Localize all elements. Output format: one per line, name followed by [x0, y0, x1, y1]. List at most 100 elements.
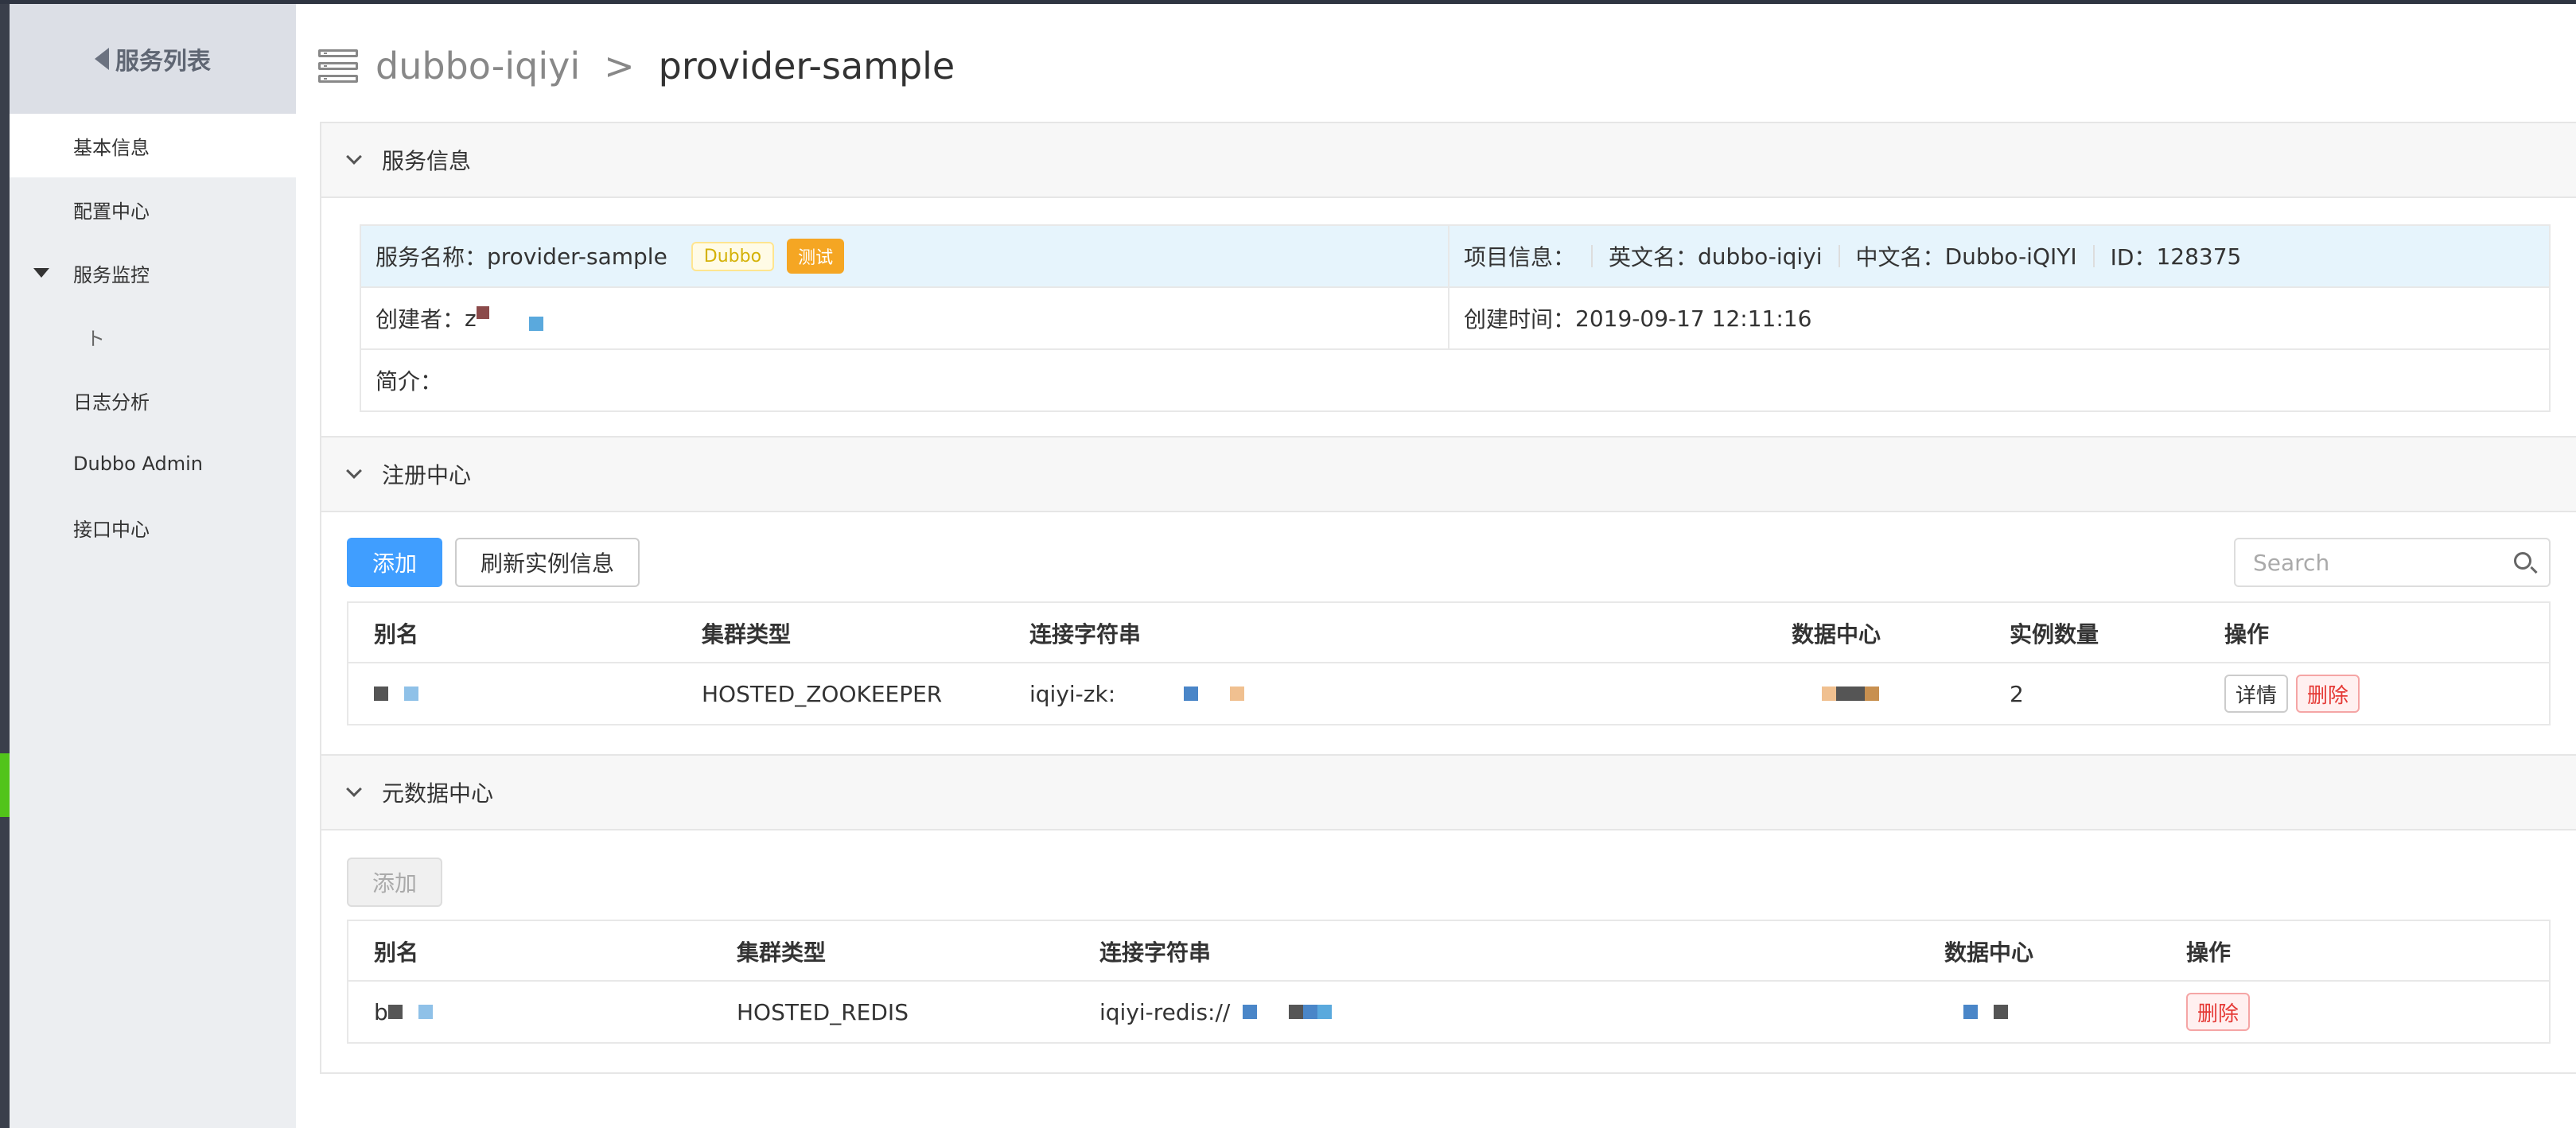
registry-panel-header[interactable]: 注册中心	[321, 438, 2576, 512]
env-tag: 测试	[787, 239, 845, 274]
redacted-block	[1865, 687, 1879, 701]
cn-name-label: 中文名：	[1855, 244, 1945, 270]
redacted-block	[1963, 1005, 1978, 1019]
sidebar-title: 服务列表	[115, 48, 211, 76]
created-time-label: 创建时间：	[1464, 306, 1576, 333]
en-name-value: dubbo-iqiyi	[1698, 243, 1823, 270]
table-header-row: 别名 集群类型 连接字符串 数据中心 操作	[348, 921, 2549, 982]
id-label: ID：	[2110, 244, 2157, 270]
panel-title: 服务信息	[382, 148, 472, 174]
sidebar-item-service-monitor[interactable]: 服务监控	[10, 241, 296, 305]
redacted-block	[404, 687, 418, 701]
metadata-table: 别名 集群类型 连接字符串 数据中心 操作 b HOSTED_REDIS iqi…	[347, 920, 2551, 1044]
page-header: dubbo-iqiyi > provider-sample	[318, 40, 955, 92]
redacted-block	[1289, 1005, 1304, 1019]
alias-cell: b	[374, 982, 433, 1042]
redacted-block	[1994, 1005, 2008, 1019]
sidebar-subitem-monitor[interactable]: ト	[10, 305, 296, 368]
created-time-cell: 创建时间： 2019-09-17 12:11:16	[1449, 288, 2549, 348]
column-header: 连接字符串	[1029, 621, 1142, 648]
datacenter-cell	[1822, 663, 1879, 724]
sidebar-item-label: 服务监控	[73, 263, 150, 286]
creator-value: z	[465, 305, 477, 332]
metadata-add-button[interactable]: 添加	[347, 858, 442, 907]
dubbo-tag: Dubbo	[691, 241, 775, 271]
sidebar: 服务列表 基本信息 配置中心 服务监控 ト 日志分析 Dubbo Admin 接…	[10, 4, 296, 1128]
column-header: 连接字符串	[1099, 939, 1212, 966]
service-info-table: 服务名称： provider-sample Dubbo 测试 项目信息： 英文名…	[360, 224, 2551, 412]
redacted-block	[1184, 687, 1199, 701]
service-info-panel-header[interactable]: 服务信息	[321, 123, 2576, 198]
cluster-type-cell: HOSTED_ZOOKEEPER	[702, 680, 943, 707]
conn-string-cell: iqiyi-redis://	[1099, 982, 1333, 1042]
table-row: b HOSTED_REDIS iqiyi-redis:// 删除	[348, 982, 2549, 1042]
column-header: 操作	[2186, 939, 2232, 966]
instance-count-cell: 2	[2010, 680, 2024, 707]
intro-label: 简介：	[376, 368, 443, 395]
window-top-bar	[0, 0, 2576, 4]
delete-button[interactable]: 删除	[2296, 675, 2360, 713]
info-row: 简介：	[361, 350, 2549, 410]
conn-string-cell: iqiyi-zk:	[1029, 663, 1245, 724]
refresh-instances-button[interactable]: 刷新实例信息	[455, 538, 640, 587]
chevron-down-icon	[346, 781, 362, 797]
search-placeholder: Search	[2253, 549, 2330, 576]
id-value: 128375	[2156, 243, 2242, 270]
service-name-cell: 服务名称： provider-sample Dubbo 测试	[361, 226, 1449, 286]
redacted-block	[1317, 1005, 1333, 1019]
redacted-block	[1303, 1005, 1318, 1019]
breadcrumb-app[interactable]: dubbo-iqiyi	[376, 45, 580, 88]
registry-table: 别名 集群类型 连接字符串 数据中心 实例数量 操作 HOSTED_ZOOKEE…	[347, 601, 2551, 725]
sidebar-item-basic-info[interactable]: 基本信息	[10, 114, 296, 177]
en-name-label: 英文名：	[1609, 244, 1699, 270]
column-header: 别名	[374, 621, 419, 648]
redacted-block	[1822, 687, 1836, 701]
created-time-value: 2019-09-17 12:11:16	[1575, 305, 1812, 332]
creator-label: 创建者：	[376, 306, 465, 333]
search-icon[interactable]	[2514, 552, 2531, 570]
sidebar-item-config-center[interactable]: 配置中心	[10, 177, 296, 241]
redacted-block	[1230, 687, 1245, 701]
back-triangle-icon	[95, 48, 109, 70]
left-edge-strip	[0, 4, 10, 1128]
column-header: 实例数量	[2010, 621, 2099, 648]
sidebar-item-interface-center[interactable]: 接口中心	[10, 496, 296, 559]
active-indicator	[0, 753, 10, 817]
redacted-block	[387, 1005, 403, 1019]
actions-cell: 删除	[2186, 982, 2258, 1042]
back-to-service-list[interactable]: 服务列表	[10, 4, 296, 114]
search-input[interactable]: Search	[2234, 538, 2551, 587]
cluster-type-cell: HOSTED_REDIS	[737, 998, 909, 1025]
redacted-block	[528, 317, 543, 331]
datacenter-cell	[1963, 982, 2008, 1042]
column-header: 数据中心	[1792, 621, 1881, 648]
service-name-label: 服务名称：	[376, 244, 488, 270]
registry-add-button[interactable]: 添加	[347, 538, 442, 587]
breadcrumb-separator: >	[604, 45, 635, 88]
column-header: 操作	[2224, 621, 2270, 648]
info-row: 服务名称： provider-sample Dubbo 测试 项目信息： 英文名…	[361, 226, 2549, 288]
delete-button[interactable]: 删除	[2186, 993, 2251, 1031]
cn-name-value: Dubbo-iQIYI	[1944, 243, 2077, 270]
intro-cell: 简介：	[361, 350, 442, 410]
redacted-block	[418, 1005, 433, 1019]
sidebar-item-log-analysis[interactable]: 日志分析	[10, 368, 296, 432]
metadata-panel-header[interactable]: 元数据中心	[321, 756, 2576, 830]
detail-button[interactable]: 详情	[2224, 675, 2289, 713]
creator-cell: 创建者： z	[361, 288, 1449, 348]
chevron-down-icon	[346, 463, 362, 479]
panel-title: 元数据中心	[382, 780, 494, 807]
redacted-block	[1243, 1005, 1258, 1019]
redacted-block	[1836, 687, 1865, 701]
column-header: 集群类型	[702, 621, 792, 648]
column-header: 别名	[374, 939, 419, 966]
panel-title: 注册中心	[382, 462, 472, 488]
table-header-row: 别名 集群类型 连接字符串 数据中心 实例数量 操作	[348, 603, 2549, 663]
redacted-block	[374, 687, 388, 701]
caret-down-icon	[33, 268, 49, 278]
redacted-block	[476, 306, 489, 319]
alias-cell	[374, 663, 418, 724]
sidebar-item-dubbo-admin[interactable]: Dubbo Admin	[10, 432, 296, 496]
table-row: HOSTED_ZOOKEEPER iqiyi-zk: 2 详情 删除	[348, 663, 2549, 724]
service-name-value: provider-sample	[487, 243, 667, 270]
